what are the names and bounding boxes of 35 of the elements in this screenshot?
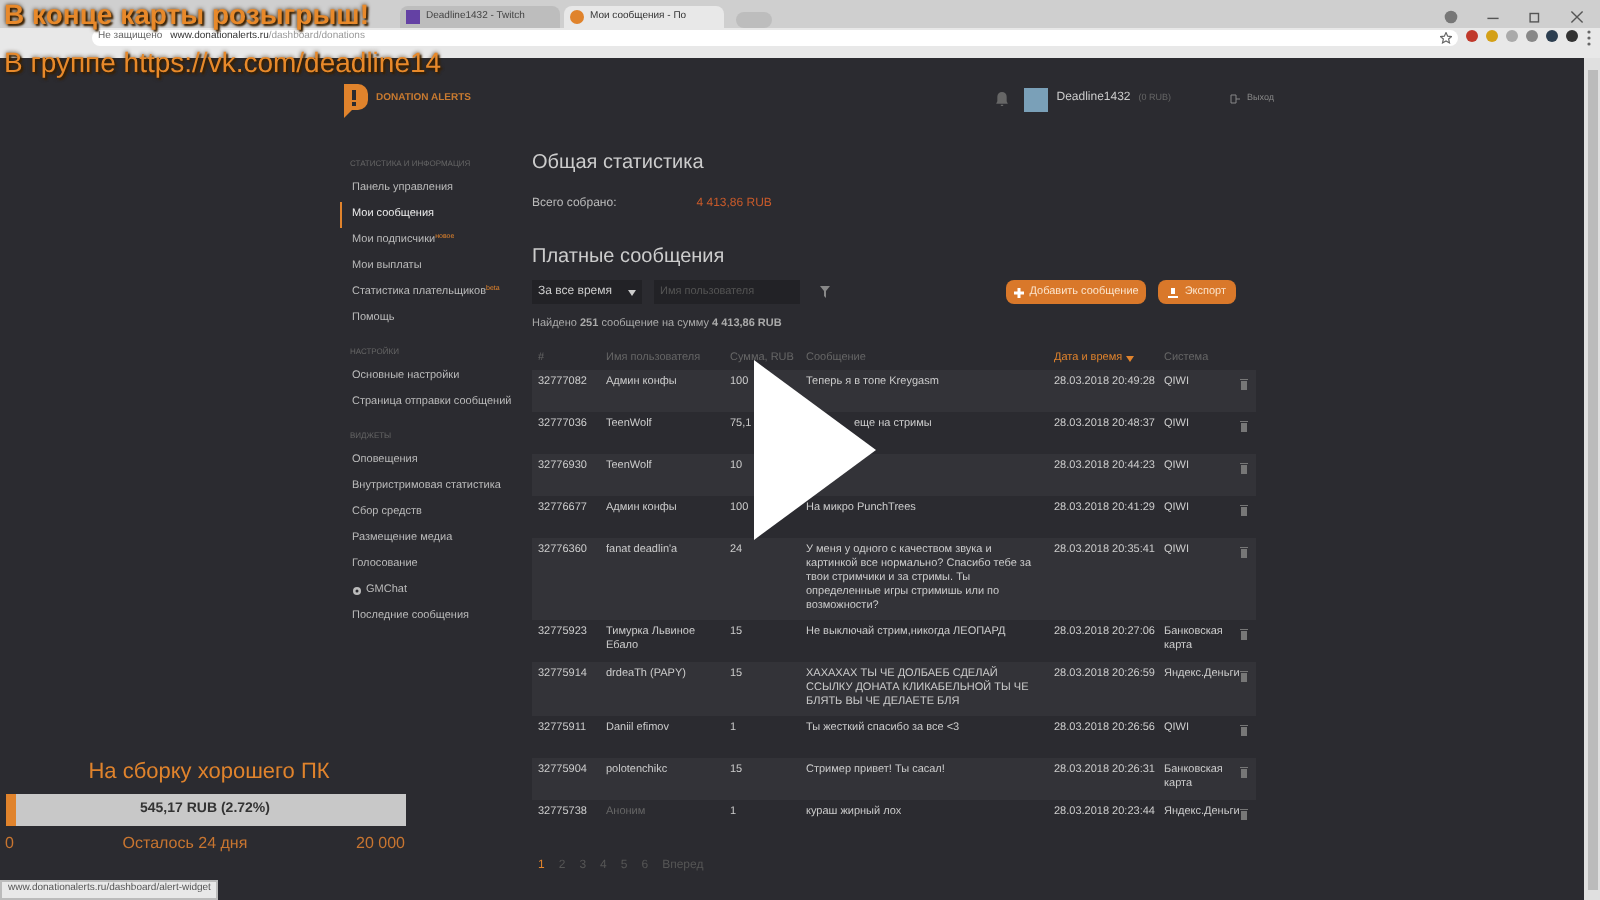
account-icon[interactable] xyxy=(1444,10,1458,24)
menu-icon[interactable] xyxy=(1586,30,1592,46)
trash-icon[interactable] xyxy=(1240,766,1248,779)
twitch-icon xyxy=(406,10,420,24)
section-heading: Платные сообщения xyxy=(532,244,727,272)
scrollbar[interactable] xyxy=(1584,58,1600,900)
giveaway-headline: В конце карты розыгрыш! xyxy=(4,0,369,28)
logout-icon xyxy=(1229,94,1240,104)
trash-icon[interactable] xyxy=(1240,724,1248,737)
export-icon xyxy=(1168,287,1179,297)
section-heading: Общая статистика xyxy=(532,150,706,178)
trash-icon[interactable] xyxy=(1240,378,1248,391)
goal-max: 20 000 xyxy=(356,832,405,856)
sort-caret-icon xyxy=(1126,355,1135,362)
restore-icon[interactable] xyxy=(1528,10,1542,24)
goal-min: 0 xyxy=(5,832,14,856)
logo-icon[interactable] xyxy=(340,81,368,117)
trash-icon[interactable] xyxy=(1240,670,1248,683)
user-avatar[interactable] xyxy=(1024,87,1049,111)
gear-icon xyxy=(352,586,362,596)
site-icon xyxy=(570,10,584,24)
caret-icon xyxy=(628,289,636,295)
trash-icon[interactable] xyxy=(1240,808,1248,821)
trash-icon[interactable] xyxy=(1240,546,1248,559)
trash-icon[interactable] xyxy=(1240,420,1248,433)
trash-icon[interactable] xyxy=(1240,504,1248,517)
close-icon[interactable] xyxy=(1570,10,1584,24)
bell-icon[interactable] xyxy=(996,92,1009,106)
goal-title: На сборку хорошего ПК xyxy=(88,757,330,787)
filter-icon[interactable] xyxy=(820,286,830,298)
trash-icon[interactable] xyxy=(1240,628,1248,641)
star-icon[interactable] xyxy=(1440,32,1452,44)
trash-icon[interactable] xyxy=(1240,462,1248,475)
plus-icon xyxy=(1013,287,1024,297)
goal-remaining: Осталось 24 дня xyxy=(122,832,248,856)
